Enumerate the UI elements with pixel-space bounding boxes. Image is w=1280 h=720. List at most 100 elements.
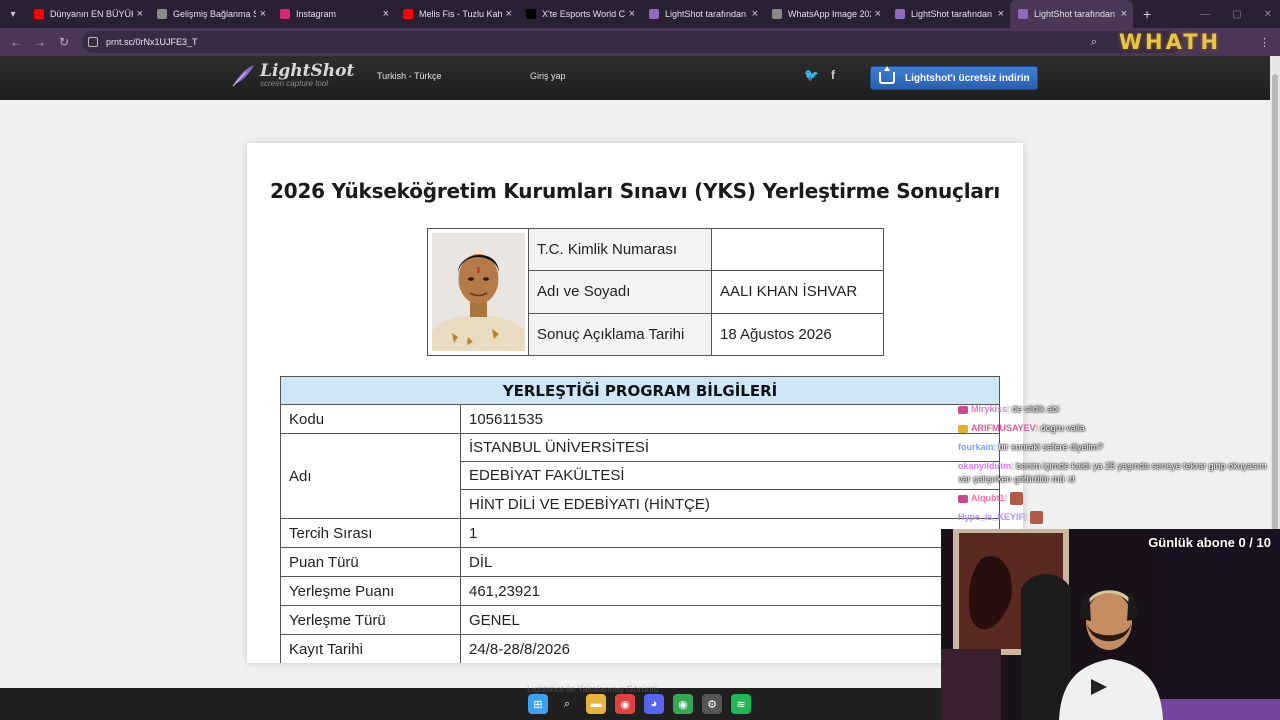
new-tab-button[interactable]: + <box>1143 6 1151 22</box>
browser-tab[interactable]: LightShot tarafından × <box>641 0 764 28</box>
reload-icon[interactable]: ↻ <box>52 35 76 49</box>
social-links: 🐦 f <box>804 68 835 82</box>
row-value: 461,23921 <box>469 582 540 600</box>
login-link[interactable]: Giriş yap <box>530 71 566 81</box>
close-window-icon[interactable]: ✕ <box>1264 9 1272 20</box>
program-table-header: YERLEŞTİĞİ PROGRAM BİLGİLERİ <box>281 377 999 405</box>
table-row: Tercih Sırası 1 <box>281 519 999 548</box>
language-selector[interactable]: Turkish - Türkçe <box>377 71 442 81</box>
close-tab-icon[interactable]: × <box>752 8 758 20</box>
table-row: Adı İSTANBUL ÜNİVERSİTESİ EDEBİYAT FAKÜLT… <box>281 434 999 519</box>
stream-overlay-logo: WHATH <box>1118 30 1222 54</box>
chat-emote-icon <box>1010 492 1024 506</box>
maximize-icon[interactable]: ▢ <box>1232 9 1241 20</box>
candidate-photo <box>428 229 529 355</box>
close-tab-icon[interactable]: × <box>629 8 635 20</box>
chat-text: : <box>1004 493 1008 503</box>
menu-icon[interactable]: ⋮ <box>1259 36 1270 49</box>
document-title: 2026 Yükseköğretim Kurumları Sınavı (YKS… <box>270 179 1000 203</box>
minimize-icon[interactable]: — <box>1200 9 1210 20</box>
close-tab-icon[interactable]: × <box>998 8 1004 20</box>
chat-message: Alqubt1: <box>958 489 1280 508</box>
youtube-icon <box>34 9 44 19</box>
tab-title: Dünyanın EN BÜYÜK <box>50 9 133 19</box>
search-icon[interactable]: ⌕ <box>557 694 577 714</box>
file-explorer-icon[interactable]: ▬ <box>586 694 606 714</box>
table-row: Kodu 105611535 <box>281 405 999 434</box>
windows-taskbar: Lightshot ile Yakalanmış Görüntü ⊞ ⌕ ▬ ◉ ◕ ◉ ⚙… <box>0 684 941 720</box>
chat-username[interactable]: Mirykiss <box>971 404 1007 414</box>
address-bar[interactable]: prnt.sc/0rNx1UJFE3_T <box>82 31 1182 53</box>
row-label: Kayıt Tarihi <box>281 635 461 663</box>
portrait-image <box>432 233 525 351</box>
forward-icon[interactable]: → <box>28 35 52 49</box>
instagram-icon <box>280 9 290 19</box>
spotify-icon[interactable]: ≋ <box>731 694 751 714</box>
lightshot-brand: LightShot <box>260 61 355 81</box>
row-label: Yerleşme Puanı <box>281 577 461 605</box>
lightshot-logo[interactable]: LightShot screen capture tool <box>230 63 354 89</box>
chat-username[interactable]: Alqubt1 <box>971 493 1005 503</box>
identity-value <box>712 229 883 270</box>
row-value: 24/8-28/8/2026 <box>469 640 570 658</box>
chrome-icon[interactable]: ◉ <box>615 694 635 714</box>
lightshot-icon <box>895 9 905 19</box>
twitter-icon[interactable]: 🐦 <box>804 68 819 82</box>
browser-tab[interactable]: Melis Fis - Tuzlu Kahv × <box>395 0 518 28</box>
close-tab-icon[interactable]: × <box>875 8 881 20</box>
site-info-icon[interactable] <box>88 37 98 47</box>
webcam-overlay: Günlük abone 0 / 10 <box>941 529 1280 720</box>
chat-message: Hype_is_KEYIF: <box>958 508 1280 527</box>
url-text: prnt.sc/0rNx1UJFE3_T <box>106 37 198 47</box>
browser-tab[interactable]: WhatsApp Image 202 × <box>764 0 887 28</box>
download-label: Lightshot'ı ücretsiz indirin <box>905 72 1030 84</box>
tab-title: LightShot tarafından <box>911 9 993 19</box>
discord-icon[interactable]: ◕ <box>644 694 664 714</box>
browser-tab-strip: ▾ Dünyanın EN BÜYÜK × Gelişmiş Bağlanma … <box>0 0 1280 28</box>
close-tab-icon[interactable]: × <box>506 8 512 20</box>
tab-search-chevron-icon[interactable]: ▾ <box>0 0 26 28</box>
program-name-line: İSTANBUL ÜNİVERSİTESİ <box>461 434 999 462</box>
globe-icon <box>772 9 782 19</box>
facebook-icon[interactable]: f <box>831 68 835 82</box>
tab-title: Gelişmiş Bağlanma Sı <box>173 9 256 19</box>
chat-message: okanyildirim: benim içimde kaldı ya 25 y… <box>958 457 1280 489</box>
row-value: 1 <box>469 524 478 542</box>
browser-tab[interactable]: X'te Esports World C × <box>518 0 641 28</box>
identity-box: T.C. Kimlik Numarası Adı ve Soyadı AALI … <box>427 228 884 356</box>
lightshot-icon <box>1018 9 1028 19</box>
browser-tab[interactable]: Gelişmiş Bağlanma Sı × <box>149 0 272 28</box>
chat-message: fourkain: bir sonraki sefere diyelim? <box>958 438 1280 457</box>
chat-username[interactable]: ARIFMUSAYEV <box>971 423 1036 433</box>
identity-row: T.C. Kimlik Numarası <box>529 229 883 272</box>
settings-icon[interactable]: ⚙ <box>702 694 722 714</box>
close-tab-icon[interactable]: × <box>260 8 266 20</box>
back-icon[interactable]: ← <box>4 35 28 49</box>
youtube-icon <box>403 9 413 19</box>
chat-message: ARIFMUSAYEV: dogru valla <box>958 419 1280 438</box>
close-tab-icon[interactable]: × <box>137 8 143 20</box>
row-label: Kodu <box>281 405 461 433</box>
browser-tab[interactable]: LightShot tarafından × <box>1010 0 1133 28</box>
tab-title: Instagram <box>296 9 337 19</box>
windows-start-icon[interactable]: ⊞ <box>528 694 548 714</box>
chat-text: : bir sonraki sefere diyelim? <box>993 442 1104 452</box>
chrome-profile-icon[interactable]: ◉ <box>673 694 693 714</box>
download-button[interactable]: Lightshot'ı ücretsiz indirin <box>870 66 1038 90</box>
close-tab-icon[interactable]: × <box>1121 8 1127 20</box>
chat-username[interactable]: fourkain <box>958 442 994 452</box>
browser-tab[interactable]: Instagram × <box>272 0 395 28</box>
window-controls: — ▢ ✕ <box>1200 0 1272 28</box>
tab-title: WhatsApp Image 202 <box>788 9 871 19</box>
chat-username[interactable]: Hype_is_KEYIF <box>958 512 1024 522</box>
browser-tab[interactable]: Dünyanın EN BÜYÜK × <box>26 0 149 28</box>
close-tab-icon[interactable]: × <box>383 8 389 20</box>
chat-badge-icon <box>958 424 968 433</box>
table-row: Yerleşme Türü GENEL <box>281 606 999 635</box>
browser-toolbar: ← → ↻ prnt.sc/0rNx1UJFE3_T <box>0 28 1280 56</box>
browser-tab[interactable]: LightShot tarafından × <box>887 0 1010 28</box>
program-name-line: EDEBİYAT FAKÜLTESİ <box>461 462 999 490</box>
screenshot-image: 2026 Yükseköğretim Kurumları Sınavı (YKS… <box>247 143 1023 663</box>
identity-label: Sonuç Açıklama Tarihi <box>529 313 712 355</box>
chat-username[interactable]: okanyildirim <box>958 461 1011 471</box>
